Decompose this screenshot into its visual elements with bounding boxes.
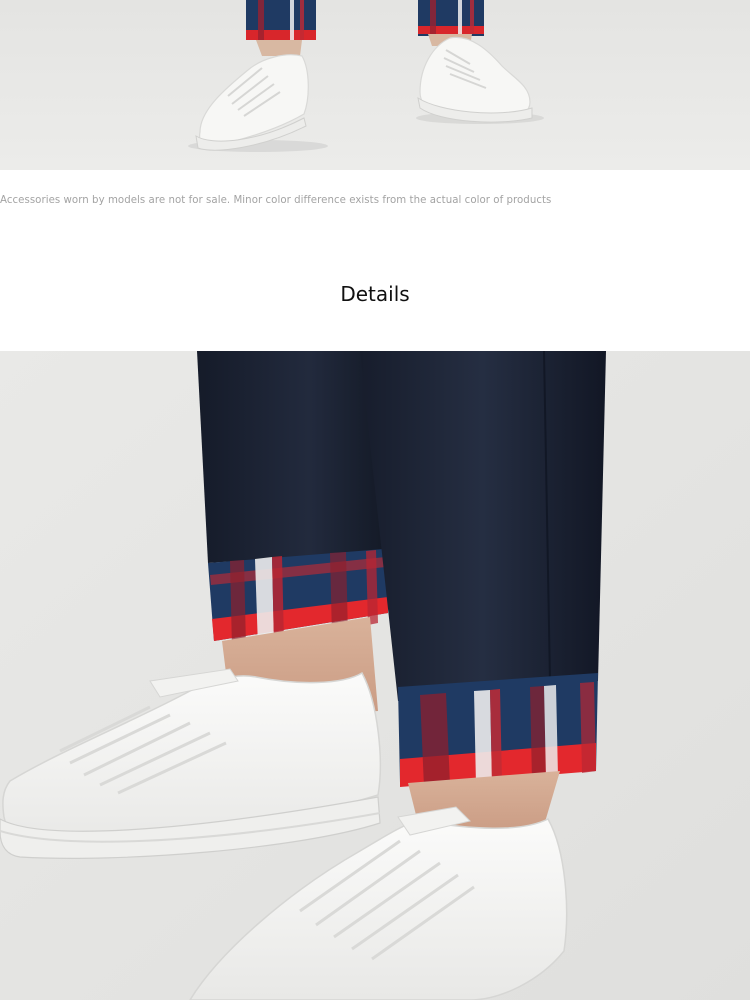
left-trouser-leg	[197, 351, 388, 649]
product-detail-page: Accessories worn by models are not for s…	[0, 0, 750, 1000]
disclaimer-text: Accessories worn by models are not for s…	[0, 195, 552, 206]
details-section-title: Details	[340, 282, 410, 306]
product-photo-detail	[0, 351, 750, 1000]
product-photo-top	[0, 0, 750, 170]
left-plaid-cuff	[246, 0, 316, 40]
right-plaid-cuff	[418, 0, 484, 36]
